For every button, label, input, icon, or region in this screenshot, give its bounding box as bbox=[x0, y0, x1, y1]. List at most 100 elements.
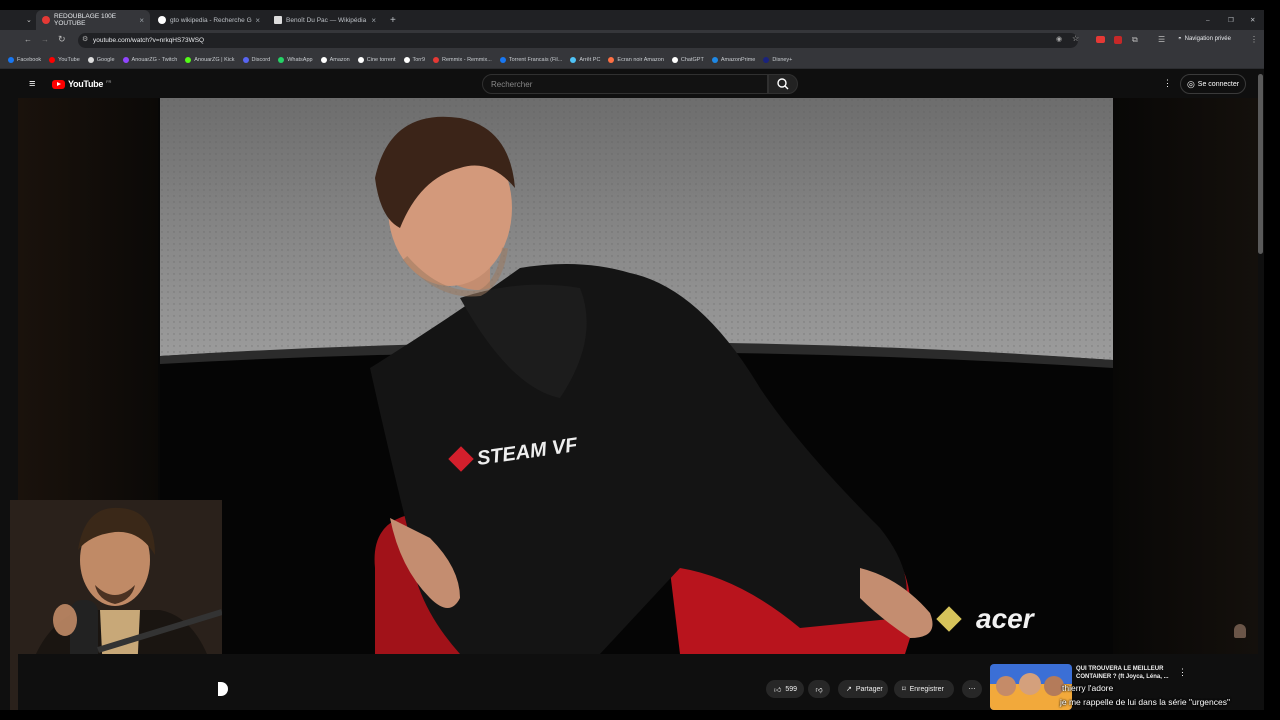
wikipedia-favicon-icon bbox=[274, 16, 282, 24]
settings-dots-icon[interactable]: ⋮ bbox=[1163, 78, 1172, 89]
bookmark-label: AmazonPrime bbox=[720, 56, 756, 63]
bookmark-label: YouTube bbox=[58, 56, 80, 63]
thumbs-down-icon: 👎︎ bbox=[815, 686, 823, 694]
bookmark-item[interactable]: WhatsApp bbox=[278, 56, 313, 63]
bookmark-label: Amazon bbox=[329, 56, 350, 63]
chat-username: thierry l'adore bbox=[1062, 683, 1114, 693]
bookmark-label: Facebook bbox=[17, 56, 42, 63]
url-text: youtube.com/watch?v=nrkqHS73WSQ bbox=[93, 37, 205, 44]
bookmark-label: AnouarZG | Kick bbox=[194, 56, 235, 63]
bookmark-label: AnouarZG - Twitch bbox=[131, 56, 178, 63]
bookmark-item[interactable]: YouTube bbox=[49, 56, 80, 63]
save-label: Enregistrer bbox=[909, 685, 944, 693]
bookmark-item[interactable]: Arrêt PC bbox=[570, 56, 600, 63]
bookmark-favicon-icon bbox=[499, 56, 506, 63]
bookmark-item[interactable]: Remmix - Remmix... bbox=[433, 56, 492, 63]
bookmark-label: Disney+ bbox=[772, 56, 793, 63]
signin-button[interactable]: ◎ Se connecter bbox=[1180, 74, 1246, 94]
bookmark-item[interactable]: AmazonPrime bbox=[711, 56, 756, 63]
bookmark-item[interactable]: Ecran noir Amazon bbox=[608, 56, 664, 63]
tab-2[interactable]: Benoît Du Pac — Wikipédia × bbox=[268, 10, 382, 30]
bookmark-favicon-icon bbox=[357, 56, 364, 63]
bookmark-label: Torr9 bbox=[412, 56, 426, 63]
bookmark-favicon-icon bbox=[122, 56, 129, 63]
tab-search-button[interactable]: ⌄ bbox=[20, 10, 34, 30]
scrollbar-thumb[interactable] bbox=[1258, 74, 1263, 254]
bookmark-item[interactable]: Cine torrent bbox=[357, 56, 396, 63]
bottom-letterbox bbox=[0, 710, 1280, 720]
save-button[interactable]: ⌑ Enregistrer bbox=[894, 680, 954, 698]
new-tab-button[interactable]: + bbox=[384, 10, 398, 30]
forward-icon[interactable]: → bbox=[41, 35, 49, 44]
close-icon[interactable]: × bbox=[139, 16, 144, 25]
eye-off-icon[interactable]: ◉ bbox=[1056, 35, 1062, 43]
reload-icon[interactable]: ↻ bbox=[58, 34, 66, 45]
minimize-button[interactable]: – bbox=[1200, 10, 1214, 30]
bookmark-item[interactable]: Torrent Francais (Fil... bbox=[499, 56, 563, 63]
dislike-button[interactable]: 👎︎ bbox=[808, 680, 830, 698]
more-actions-button[interactable]: ⋯ bbox=[962, 680, 982, 698]
bookmark-item[interactable]: Torr9 bbox=[403, 56, 426, 63]
close-icon: ✕ bbox=[1250, 17, 1256, 24]
close-icon[interactable]: × bbox=[371, 16, 376, 25]
bookmark-label: Remmix - Remmix... bbox=[442, 56, 492, 63]
bookmark-label: Ecran noir Amazon bbox=[617, 56, 664, 63]
site-info-icon[interactable]: ⚙ bbox=[82, 35, 88, 43]
window-close-button[interactable]: ✕ bbox=[1244, 10, 1258, 30]
plus-icon: + bbox=[390, 14, 396, 26]
share-icon: ↗ bbox=[846, 686, 852, 693]
tab-strip: ⌄ REDOUBLAGE 100E YOUTUBE × gto wikipedi… bbox=[0, 10, 1264, 30]
maximize-button[interactable]: ❐ bbox=[1222, 10, 1236, 30]
bookmark-label: ChatGPT bbox=[680, 56, 704, 63]
tab-1[interactable]: gto wikipedia - Recherche Goo × bbox=[152, 10, 266, 30]
close-icon[interactable]: × bbox=[255, 16, 260, 25]
signin-label: Se connecter bbox=[1197, 80, 1240, 88]
youtube-favicon-icon bbox=[42, 16, 50, 24]
chat-subtitle: je me rappelle de lui dans la série "urg… bbox=[1060, 697, 1230, 707]
bookmark-item[interactable]: ChatGPT bbox=[671, 56, 704, 63]
extension-icon[interactable] bbox=[1114, 36, 1122, 44]
bookmark-label: Discord bbox=[251, 56, 271, 63]
share-button[interactable]: ↗ Partager bbox=[838, 680, 888, 698]
bookmarks-bar: Facebook YouTube Google AnouarZG - Twitch An… bbox=[0, 51, 1264, 69]
bookmark-favicon-icon bbox=[320, 56, 327, 63]
bookmark-item[interactable]: Amazon bbox=[320, 56, 350, 63]
bookmark-favicon-icon bbox=[711, 56, 718, 63]
bookmark-item[interactable]: Disney+ bbox=[763, 56, 793, 63]
top-letterbox bbox=[0, 0, 1280, 10]
bookmark-item[interactable]: AnouarZG | Kick bbox=[185, 56, 235, 63]
bookmark-label: Torrent Francais (Fil... bbox=[508, 56, 563, 63]
menu-dots-icon[interactable]: ⋮ bbox=[1250, 35, 1258, 44]
bookmark-item[interactable]: Discord bbox=[242, 56, 271, 63]
video-frame[interactable]: STEAM VF acer bbox=[160, 98, 1113, 654]
back-icon[interactable]: ← bbox=[24, 35, 32, 44]
bookmark-favicon-icon bbox=[608, 56, 615, 63]
share-label: Partager bbox=[855, 685, 883, 693]
recommended-title[interactable]: QUI TROUVERA LE MEILLEUR CONTAINER ? (ft… bbox=[1076, 665, 1176, 681]
tab-search-icon[interactable]: ☰ bbox=[1158, 35, 1165, 44]
extension-icon[interactable] bbox=[1096, 36, 1105, 43]
video-menu-icon[interactable]: ⋮ bbox=[1178, 667, 1187, 678]
puzzle-icon[interactable]: ⧉ bbox=[1132, 35, 1138, 45]
address-bar[interactable] bbox=[78, 33, 1078, 48]
logo-text: YouTube bbox=[68, 79, 104, 89]
tab-title: Benoît Du Pac — Wikipédia bbox=[286, 16, 367, 24]
like-button[interactable]: 👍︎ 599 bbox=[766, 680, 804, 698]
hamburger-menu-icon[interactable]: ≡ bbox=[29, 78, 35, 90]
right-letterbox bbox=[1264, 0, 1280, 720]
bookmark-item[interactable]: Google bbox=[87, 56, 115, 63]
search-input[interactable]: Rechercher bbox=[482, 74, 768, 94]
bookmark-favicon-icon bbox=[185, 56, 192, 63]
search-button[interactable] bbox=[768, 74, 798, 94]
bookmark-favicon-icon bbox=[671, 56, 678, 63]
youtube-logo[interactable]: YouTube FR bbox=[52, 79, 111, 89]
private-browsing-badge[interactable]: ◓ Navigation privée bbox=[1178, 36, 1231, 42]
star-icon[interactable]: ☆ bbox=[1072, 34, 1079, 43]
more-horizontal-icon: ⋯ bbox=[968, 686, 976, 693]
bookmark-item[interactable]: Facebook bbox=[8, 56, 42, 63]
bookmark-item[interactable]: AnouarZG - Twitch bbox=[122, 56, 178, 63]
bookmark-label: Google bbox=[96, 56, 115, 63]
tab-0[interactable]: REDOUBLAGE 100E YOUTUBE × bbox=[36, 10, 150, 30]
bookmark-label: WhatsApp bbox=[287, 56, 313, 63]
sponsor-logo-text: acer bbox=[976, 603, 1036, 634]
